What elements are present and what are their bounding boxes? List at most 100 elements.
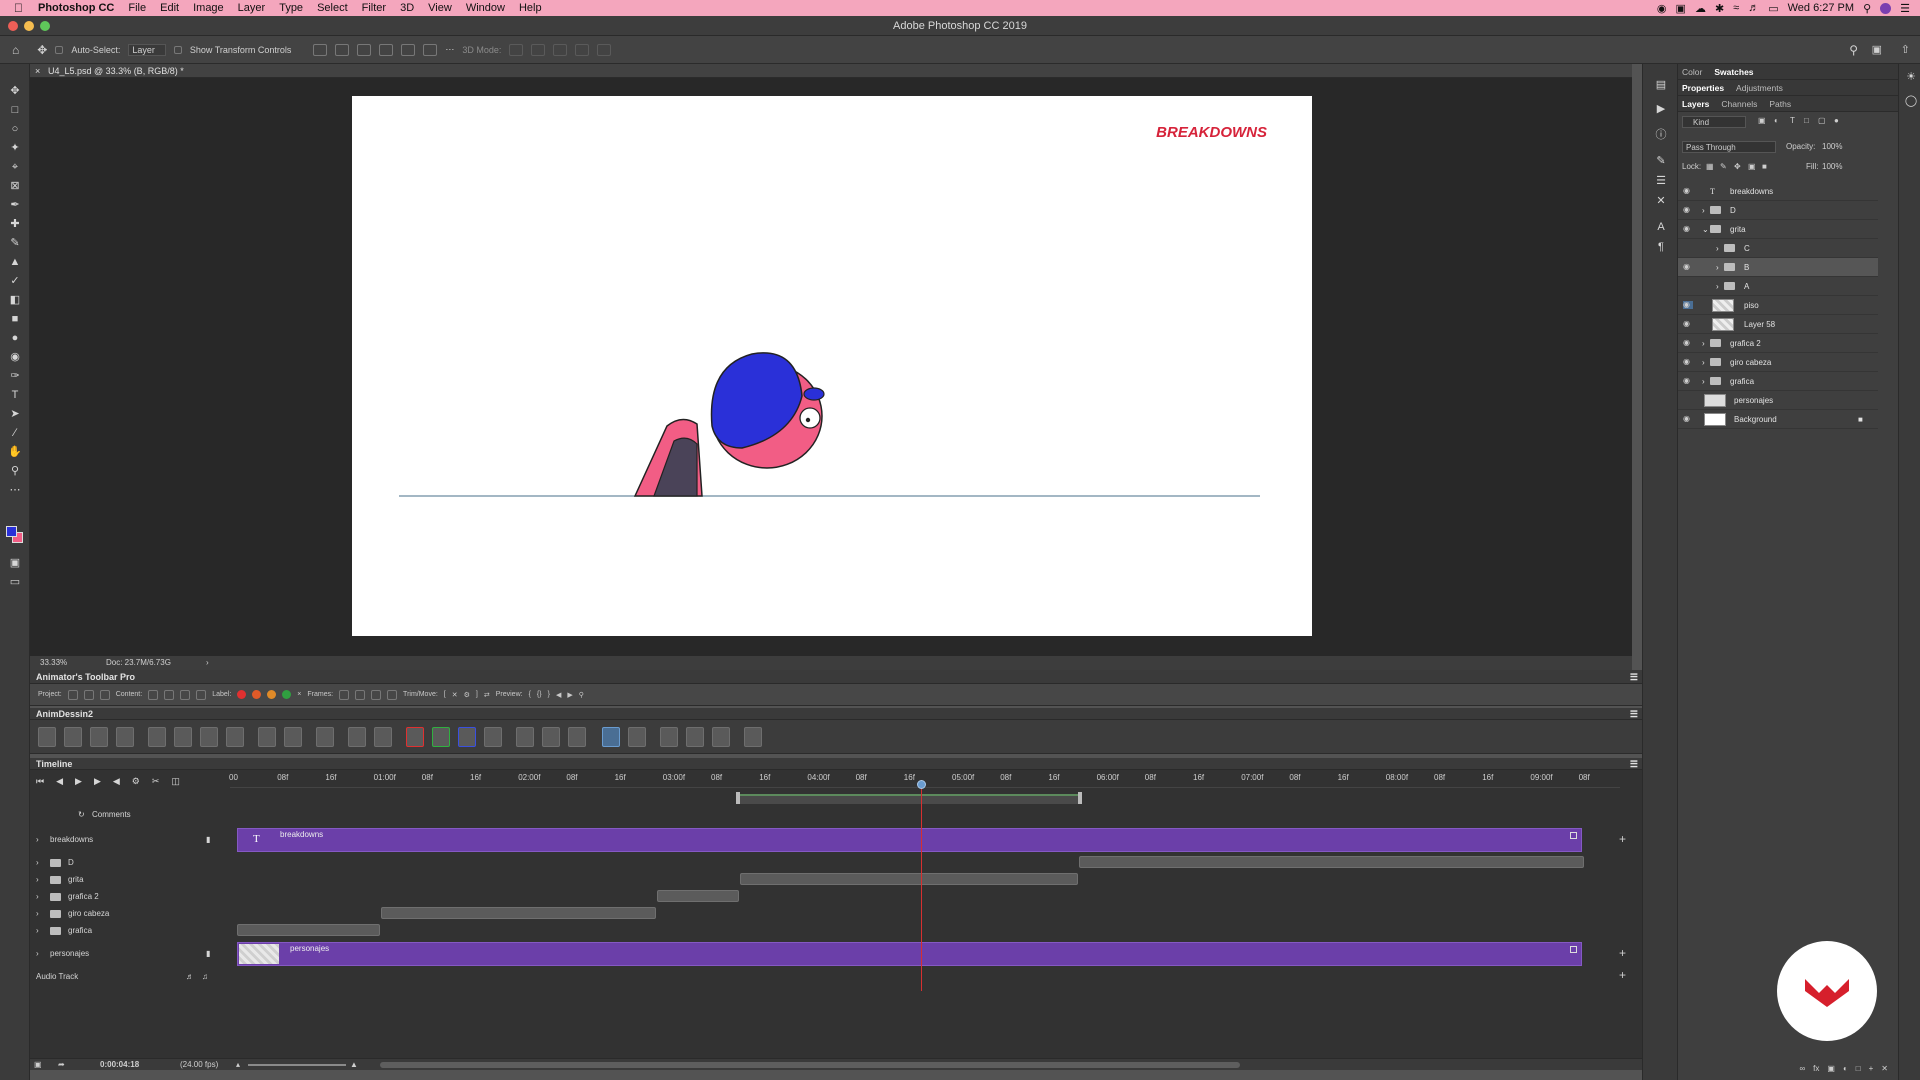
link-layers-icon[interactable]: ∞ — [1799, 1064, 1805, 1078]
trim-cut-icon[interactable]: ✕ — [452, 691, 458, 699]
tab-paths[interactable]: Paths — [1769, 99, 1791, 109]
path-selection-tool-icon[interactable]: ➤ — [7, 407, 23, 421]
layer-row[interactable]: › A — [1678, 277, 1878, 296]
ad2-split-left-icon[interactable] — [516, 727, 534, 747]
layer-row[interactable]: ◉ › D — [1678, 201, 1878, 220]
actions-panel-icon[interactable]: ▶ — [1653, 102, 1669, 116]
visibility-eye-icon[interactable]: ◉ — [1683, 187, 1693, 195]
visibility-eye-icon[interactable]: ◉ — [1683, 263, 1693, 271]
expand-chevron-icon[interactable]: › — [36, 828, 39, 852]
status-expand-icon[interactable]: › — [206, 656, 209, 670]
ad2-frames-icon[interactable] — [64, 727, 82, 747]
screen-icon[interactable]: ▣ — [1676, 2, 1686, 15]
align-bottom-icon[interactable] — [423, 43, 438, 56]
character-panel-icon[interactable]: A — [1653, 220, 1669, 234]
adjustments-icon[interactable]: ☰ — [1653, 174, 1669, 188]
comments-icon[interactable]: ↻ — [78, 806, 85, 823]
share-icon[interactable]: ⇧ — [1901, 43, 1910, 56]
visibility-eye-icon[interactable]: ◉ — [1683, 339, 1693, 347]
ad2-no-label-icon[interactable] — [484, 727, 502, 747]
visibility-eye-icon[interactable]: ◉ — [1683, 415, 1693, 423]
wifi-icon[interactable]: ≈ — [1733, 2, 1739, 14]
track-d[interactable]: › D — [30, 854, 228, 871]
tab-swatches[interactable]: Swatches — [1714, 67, 1753, 77]
track-grita[interactable]: › grita — [30, 871, 228, 888]
ad2-split-right-icon[interactable] — [568, 727, 586, 747]
trim-end-icon[interactable]: ] — [476, 691, 478, 698]
menu-edit[interactable]: Edit — [160, 2, 179, 14]
transition-icon[interactable]: ◫ — [171, 776, 180, 787]
close-document-icon[interactable]: × — [35, 64, 40, 78]
auto-select-checkbox[interactable] — [55, 45, 64, 54]
lock-all-icon[interactable]: ■ — [1762, 162, 1767, 171]
lasso-tool-icon[interactable]: ○ — [7, 122, 23, 136]
add-media-icon[interactable]: + — [1619, 832, 1626, 846]
ad2-bracket-icon[interactable] — [284, 727, 302, 747]
zoom-tool-icon[interactable]: ⚲ — [7, 464, 23, 478]
preview-next-icon[interactable]: ▶ — [567, 691, 572, 699]
visibility-eye-icon[interactable]: ◉ — [1683, 301, 1693, 309]
expand-chevron-icon[interactable]: › — [36, 871, 39, 888]
hand-tool-icon[interactable]: ✋ — [7, 445, 23, 459]
ad2-grid-icon[interactable] — [90, 727, 108, 747]
info-panel-icon[interactable]: ⓘ — [1653, 128, 1669, 142]
expand-chevron-icon[interactable]: › — [36, 942, 39, 966]
ad2-expand-icon[interactable] — [348, 727, 366, 747]
battery-icon[interactable]: ▭ — [1768, 2, 1778, 15]
current-time[interactable]: 0:00:04:18 — [100, 1059, 139, 1071]
filter-smart-icon[interactable]: ▢ — [1818, 116, 1826, 125]
menu-filter[interactable]: Filter — [362, 2, 386, 14]
new-group-icon[interactable]: □ — [1856, 1064, 1861, 1078]
atp-move-icon[interactable]: ⇄ — [484, 691, 490, 699]
record-icon[interactable]: ◉ — [1657, 2, 1667, 15]
ad2-new-frame-icon[interactable] — [148, 727, 166, 747]
clip-personajes[interactable]: personajes — [237, 942, 1582, 966]
lock-image-icon[interactable]: ✎ — [1720, 162, 1727, 171]
track-breakdowns[interactable]: › breakdowns ▮ — [30, 828, 228, 852]
label-clear-icon[interactable]: × — [297, 691, 301, 698]
ad2-red-label-icon[interactable] — [406, 727, 424, 747]
menu-view[interactable]: View — [428, 2, 452, 14]
visibility-eye-icon[interactable]: ◉ — [1683, 377, 1693, 385]
menu-file[interactable]: File — [128, 2, 146, 14]
clone-stamp-tool-icon[interactable]: ▲ — [7, 255, 23, 269]
add-mask-icon[interactable]: ▣ — [1827, 1064, 1835, 1078]
go-to-first-frame-icon[interactable]: ⏮ — [36, 776, 44, 787]
history-panel-icon[interactable]: ▤ — [1653, 78, 1669, 92]
atp-eraser-icon[interactable] — [164, 689, 175, 700]
ad2-dup-frame-icon[interactable] — [174, 727, 192, 747]
lock-icon[interactable]: ■ — [1858, 410, 1863, 429]
work-area-end-handle[interactable] — [1078, 792, 1082, 804]
label-orange-icon[interactable] — [252, 690, 262, 699]
document-tab[interactable]: × U4_L5.psd @ 33.3% (B, RGB/8) * — [30, 64, 1632, 78]
history-brush-tool-icon[interactable]: ✓ — [7, 274, 23, 288]
tab-channels[interactable]: Channels — [1721, 99, 1757, 109]
layer-row-selected[interactable]: ◉ › B — [1678, 258, 1878, 277]
3d-roll-icon[interactable] — [531, 43, 546, 56]
menu-image[interactable]: Image — [193, 2, 224, 14]
clip-end-icon[interactable] — [1570, 946, 1577, 953]
music-note-icon[interactable]: ♫ — [202, 968, 208, 985]
expand-chevron-icon[interactable]: › — [1702, 353, 1705, 372]
tab-color[interactable]: Color — [1682, 67, 1702, 77]
label-yellow-icon[interactable] — [267, 690, 277, 699]
visibility-eye-icon[interactable]: ◉ — [1683, 320, 1693, 328]
filter-pixel-icon[interactable]: ▣ — [1758, 116, 1766, 125]
screen-mode-icon[interactable]: ▭ — [7, 575, 23, 589]
more-options-icon[interactable]: ⋯ — [445, 44, 454, 55]
tool-presets-icon[interactable]: ✕ — [1653, 194, 1669, 208]
track-grafica[interactable]: › grafica — [30, 922, 228, 939]
visibility-eye-icon[interactable]: ◉ — [1683, 225, 1693, 233]
edit-toolbar-icon[interactable]: ⋯ — [7, 483, 23, 497]
eyedropper-tool-icon[interactable]: ✒ — [7, 198, 23, 212]
spotlight-icon[interactable]: ⚲ — [1863, 2, 1871, 15]
user-avatar[interactable] — [1880, 2, 1892, 14]
preview-loop-icon[interactable]: {} — [537, 691, 542, 698]
ad2-split-mid-icon[interactable] — [542, 727, 560, 747]
visibility-eye-icon[interactable]: ◉ — [1683, 206, 1693, 214]
creative-cloud-icon[interactable]: ☁ — [1695, 2, 1706, 15]
artboard[interactable]: BREAKDOWNS — [352, 96, 1312, 636]
layer-row[interactable]: ◉ ⌄ grita — [1678, 220, 1878, 239]
timeline-settings-icon[interactable]: ⚙ — [132, 776, 140, 787]
film-strip-icon[interactable]: ▮ — [206, 828, 210, 852]
